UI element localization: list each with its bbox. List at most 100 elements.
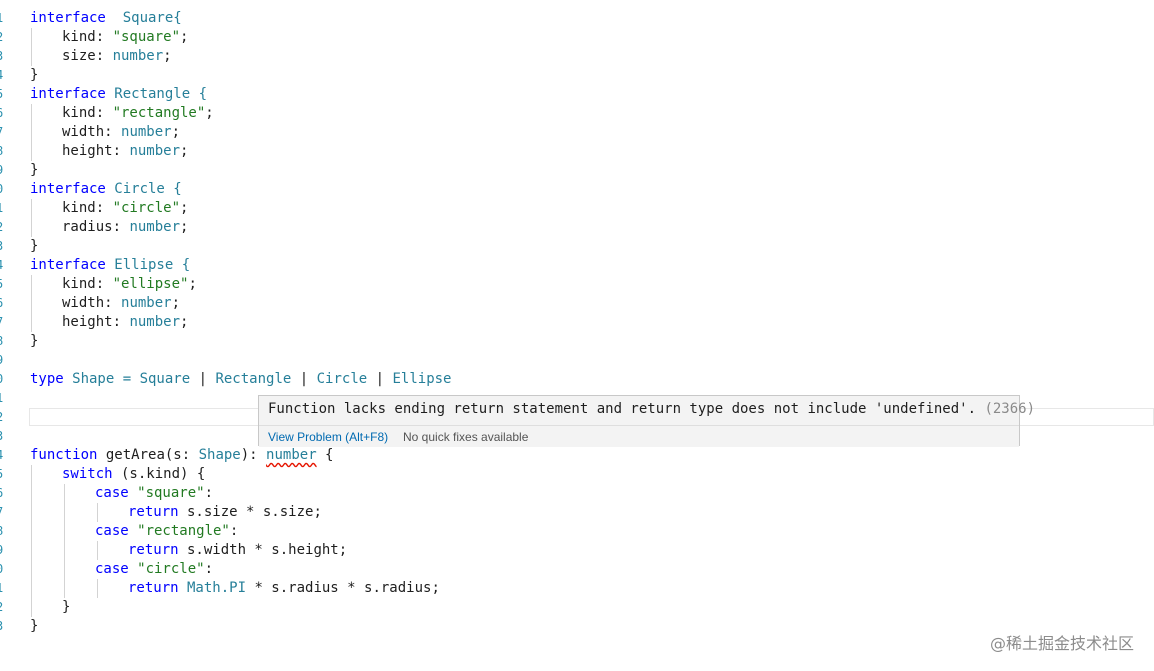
type-name: number (112, 48, 164, 64)
line-number: 3 (0, 237, 6, 256)
code-line: return s.width * s.height; (128, 541, 347, 560)
line-number: 1 (0, 199, 6, 218)
indent-guide (64, 484, 65, 598)
code-line: function getArea(s: Shape): number { (30, 446, 333, 465)
watermark: @稀土掘金技术社区 (989, 634, 1134, 653)
punctuation: ; (188, 276, 197, 292)
type-name: Circle (316, 371, 368, 387)
punctuation: ; (180, 143, 189, 159)
line-number: 1 (0, 579, 6, 598)
punctuation: ; (180, 29, 189, 45)
punctuation: | (190, 371, 216, 387)
punctuation: | (291, 371, 317, 387)
line-number: 3 (0, 617, 6, 636)
line-number: 6 (0, 104, 6, 123)
string-literal: "circle" (112, 200, 181, 216)
indent-guide (31, 275, 32, 332)
line-number: 3 (0, 427, 6, 446)
code-line: } (62, 599, 71, 615)
keyword: case (95, 485, 129, 501)
line-number: 0 (0, 370, 6, 389)
code-line: interface Ellipse { (30, 256, 190, 275)
line-number: 5 (0, 275, 6, 294)
code-line: height: number; (62, 313, 188, 332)
identifier: Rectangle { (105, 86, 208, 102)
code-line: size: number; (62, 47, 172, 66)
keyword: case (95, 561, 129, 577)
line-number: 0 (0, 560, 6, 579)
string-literal: "circle" (128, 561, 205, 577)
punctuation: : (204, 561, 214, 577)
code-line: return s.size * s.size; (128, 503, 322, 522)
line-number: 6 (0, 294, 6, 313)
punctuation: ; (180, 200, 189, 216)
keyword: interface (30, 181, 106, 197)
code-line: } (30, 238, 39, 254)
code-line: height: number; (62, 142, 188, 161)
view-problem-link[interactable]: View Problem (Alt+F8) (268, 430, 388, 444)
type-name: number (121, 295, 172, 311)
punctuation: ; (163, 48, 172, 64)
code-line: interface Square{ (30, 9, 182, 28)
line-number: 0 (0, 180, 6, 199)
line-number: 1 (0, 9, 6, 28)
type-name: Shape (198, 447, 241, 463)
property: kind: (62, 200, 113, 216)
keyword: type (30, 371, 64, 387)
code-line: kind: "ellipse"; (62, 275, 197, 294)
identifier: Math.PI (178, 580, 247, 596)
keyword: function (30, 447, 98, 463)
property: size: (62, 48, 113, 64)
code-line: kind: "square"; (62, 28, 188, 47)
keyword: return (128, 542, 179, 558)
line-number: 7 (0, 313, 6, 332)
identifier: getArea(s: (97, 447, 199, 463)
line-number: 9 (0, 541, 6, 560)
identifier: Square{ (105, 10, 182, 26)
keyword: return (128, 504, 179, 520)
error-hover-widget: Function lacks ending return statement a… (258, 395, 1035, 447)
code-line: interface Rectangle { (30, 85, 207, 104)
keyword: case (95, 523, 129, 539)
indent-guide (97, 503, 98, 522)
identifier: Shape = (63, 371, 140, 387)
type-name: number (129, 314, 181, 330)
type-name: number (129, 143, 181, 159)
keyword: return (128, 580, 179, 596)
indent-guide (31, 28, 32, 66)
code-line: } (30, 162, 39, 178)
code-line: radius: number; (62, 218, 188, 237)
property: width: (62, 295, 122, 311)
punctuation: ; (205, 105, 214, 121)
error-squiggle-return-type[interactable]: number (266, 447, 317, 463)
line-number: 5 (0, 465, 6, 484)
type-name: number (121, 124, 172, 140)
line-number: 4 (0, 446, 6, 465)
indent-guide (31, 465, 32, 617)
line-number: 7 (0, 123, 6, 142)
type-name: Square (139, 371, 191, 387)
string-literal: "rectangle" (112, 105, 206, 121)
punctuation: ; (180, 219, 189, 235)
line-number: 5 (0, 85, 6, 104)
line-number: 9 (0, 161, 6, 180)
line-number: 8 (0, 522, 6, 541)
keyword: interface (30, 257, 106, 273)
code-editor[interactable]: 1 2 3 4 5 6 7 8 9 0 1 2 3 4 5 6 7 8 9 0 … (0, 0, 1154, 671)
hover-status-bar: View Problem (Alt+F8) No quick fixes ava… (259, 425, 1019, 447)
property: kind: (62, 105, 113, 121)
code-line: case "rectangle": (95, 522, 238, 541)
line-number: 3 (0, 47, 6, 66)
string-literal: "rectangle" (128, 523, 230, 539)
indent-guide (97, 541, 98, 560)
line-number: 2 (0, 598, 6, 617)
code-line: width: number; (62, 123, 180, 142)
code-line: switch (s.kind) { (62, 465, 205, 484)
line-number: 4 (0, 66, 6, 85)
code-line: return Math.PI * s.radius * s.radius; (128, 579, 440, 598)
property: height: (62, 143, 130, 159)
line-number: 8 (0, 142, 6, 161)
property: width: (62, 124, 122, 140)
error-message: Function lacks ending return statement a… (268, 401, 1035, 417)
property: kind: (62, 276, 113, 292)
